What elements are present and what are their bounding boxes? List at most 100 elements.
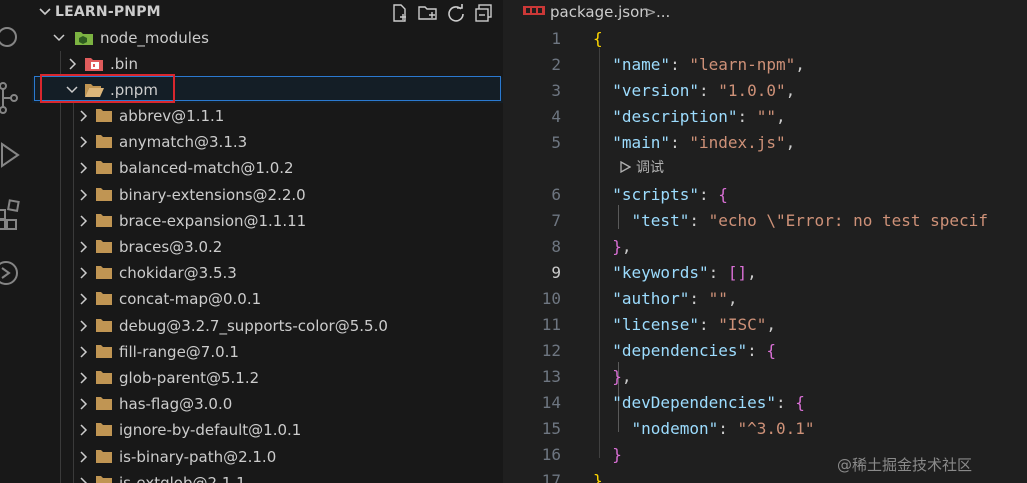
project-title: LEARN-PNPM — [55, 4, 161, 20]
code-line[interactable]: 1{ — [503, 26, 1027, 52]
watermark: @稀土掘金技术社区 — [837, 456, 973, 474]
folder-icon — [96, 292, 112, 306]
code-token: } — [593, 471, 603, 483]
code-token: : — [689, 211, 709, 230]
source-control-icon[interactable] — [0, 80, 22, 114]
line-number: 8 — [551, 237, 561, 256]
tree-item-package[interactable]: concat-map@0.0.1 — [32, 286, 503, 314]
code-line[interactable]: 14 "devDependencies": { — [503, 390, 1027, 416]
code-token: : — [737, 107, 757, 126]
debug-codelens[interactable]: 调试 — [620, 157, 664, 177]
code-line[interactable]: 6 "scripts": { — [503, 182, 1027, 208]
tree-item-package[interactable]: balanced-match@1.0.2 — [32, 155, 503, 183]
breadcrumb-file[interactable]: package.json — [550, 3, 649, 21]
code-token: , — [621, 237, 632, 256]
indent-guide — [73, 129, 74, 157]
chevron-right-icon — [80, 136, 88, 148]
annotation-highlight-box — [40, 74, 175, 103]
tree-item-label: node_modules — [100, 29, 209, 47]
line-number: 16 — [541, 445, 561, 464]
code-line[interactable]: 9 "keywords": [], — [503, 260, 1027, 286]
chevron-right-icon — [80, 398, 88, 410]
indent-guide — [60, 155, 61, 183]
indent-guide — [60, 286, 61, 314]
code-token: "test" — [631, 211, 690, 230]
code-text: "scripts": { — [593, 185, 728, 204]
code-token: "main" — [612, 133, 671, 152]
line-number: 11 — [541, 315, 561, 334]
indent-guide — [60, 338, 61, 366]
code-token: "1.0.0" — [718, 81, 786, 100]
run-debug-icon[interactable] — [0, 140, 22, 170]
activity-bar — [0, 0, 32, 483]
remote-explorer-icon[interactable] — [0, 256, 22, 286]
code-text: "test": "echo \"Error: no test specif — [593, 211, 988, 230]
code-line[interactable]: 4 "description": "", — [503, 104, 1027, 130]
tree-item-package[interactable]: braces@3.0.2 — [32, 234, 503, 261]
code-token: { — [766, 341, 777, 360]
chevron-right-icon — [69, 58, 77, 70]
code-text: "devDependencies": { — [593, 393, 805, 412]
code-line[interactable]: 11 "license": "ISC", — [503, 312, 1027, 338]
folder-icon — [96, 318, 112, 332]
code-line[interactable]: 15 "nodemon": "^3.0.1" — [503, 416, 1027, 442]
chevron-right-icon — [80, 320, 88, 332]
code-line[interactable]: 2 "name": "learn-npm", — [503, 52, 1027, 78]
tree-item-label: is-binary-path@2.1.0 — [119, 447, 277, 466]
tree-item-package[interactable]: brace-expansion@1.1.11 — [32, 207, 503, 235]
code-token: "description" — [612, 107, 738, 126]
code-token: "" — [756, 107, 777, 126]
folder-icon — [96, 135, 112, 149]
code-line[interactable]: 7 "test": "echo \"Error: no test specif — [503, 208, 1027, 234]
code-token: : — [747, 341, 767, 360]
explorer-header[interactable]: LEARN-PNPM — [32, 0, 503, 26]
new-folder-icon[interactable] — [418, 3, 438, 23]
tree-item-package[interactable]: anymatch@3.1.3 — [32, 129, 503, 157]
new-file-icon[interactable] — [390, 3, 410, 23]
line-number: 10 — [541, 289, 561, 308]
code-token: : — [689, 289, 709, 308]
refresh-icon[interactable] — [446, 3, 466, 23]
tree-item-package[interactable]: chokidar@3.5.3 — [32, 260, 503, 288]
code-token: : — [698, 185, 719, 204]
extensions-icon[interactable] — [0, 196, 22, 230]
tree-item-package[interactable]: binary-extensions@2.2.0 — [32, 181, 503, 209]
code-line[interactable]: 5 "main": "index.js", — [503, 130, 1027, 156]
line-number: 2 — [551, 55, 561, 74]
code-token: } — [612, 237, 622, 256]
breadcrumb-more[interactable]: ... — [656, 3, 670, 21]
tree-item-package[interactable]: glob-parent@5.1.2 — [32, 365, 503, 392]
tree-item-package[interactable]: ignore-by-default@1.0.1 — [32, 417, 503, 445]
code-token: "dependencies" — [612, 341, 748, 360]
collapse-all-icon[interactable] — [474, 3, 494, 23]
tree-item-label: chokidar@3.5.3 — [119, 264, 237, 283]
tree-item-package[interactable]: is-binary-path@2.1.0 — [32, 443, 503, 471]
tree-item-label: is-extglob@2.1.1 — [119, 473, 246, 483]
tree-item-package[interactable]: abbrev@1.1.1 — [32, 103, 503, 130]
code-token: , — [795, 55, 805, 74]
code-line[interactable]: 12 "dependencies": { — [503, 338, 1027, 364]
tree-item-label: glob-parent@5.1.2 — [119, 369, 260, 387]
code-line[interactable]: 3 "version": "1.0.0", — [503, 78, 1027, 104]
code-text: "dependencies": { — [593, 341, 776, 360]
search-icon[interactable] — [0, 22, 22, 52]
chevron-down-icon[interactable] — [38, 5, 52, 19]
tree-item-package[interactable]: debug@3.2.7_supports-color@5.5.0 — [32, 312, 503, 340]
tree-item-package[interactable]: fill-range@7.0.1 — [32, 338, 503, 366]
code-line[interactable]: 13 }, — [503, 364, 1027, 390]
tree-item-package[interactable]: is-extglob@2.1.1 — [32, 469, 503, 483]
indent-guide — [60, 181, 61, 209]
tree-item-package[interactable]: has-flag@3.0.0 — [32, 391, 503, 419]
code-line[interactable]: 10 "author": "", — [503, 286, 1027, 312]
code-text: { — [593, 29, 603, 48]
tree-item-node-modules[interactable]: node_modules — [32, 25, 503, 51]
code-line[interactable]: 8 }, — [503, 234, 1027, 260]
code-token: "devDependencies" — [612, 393, 777, 412]
